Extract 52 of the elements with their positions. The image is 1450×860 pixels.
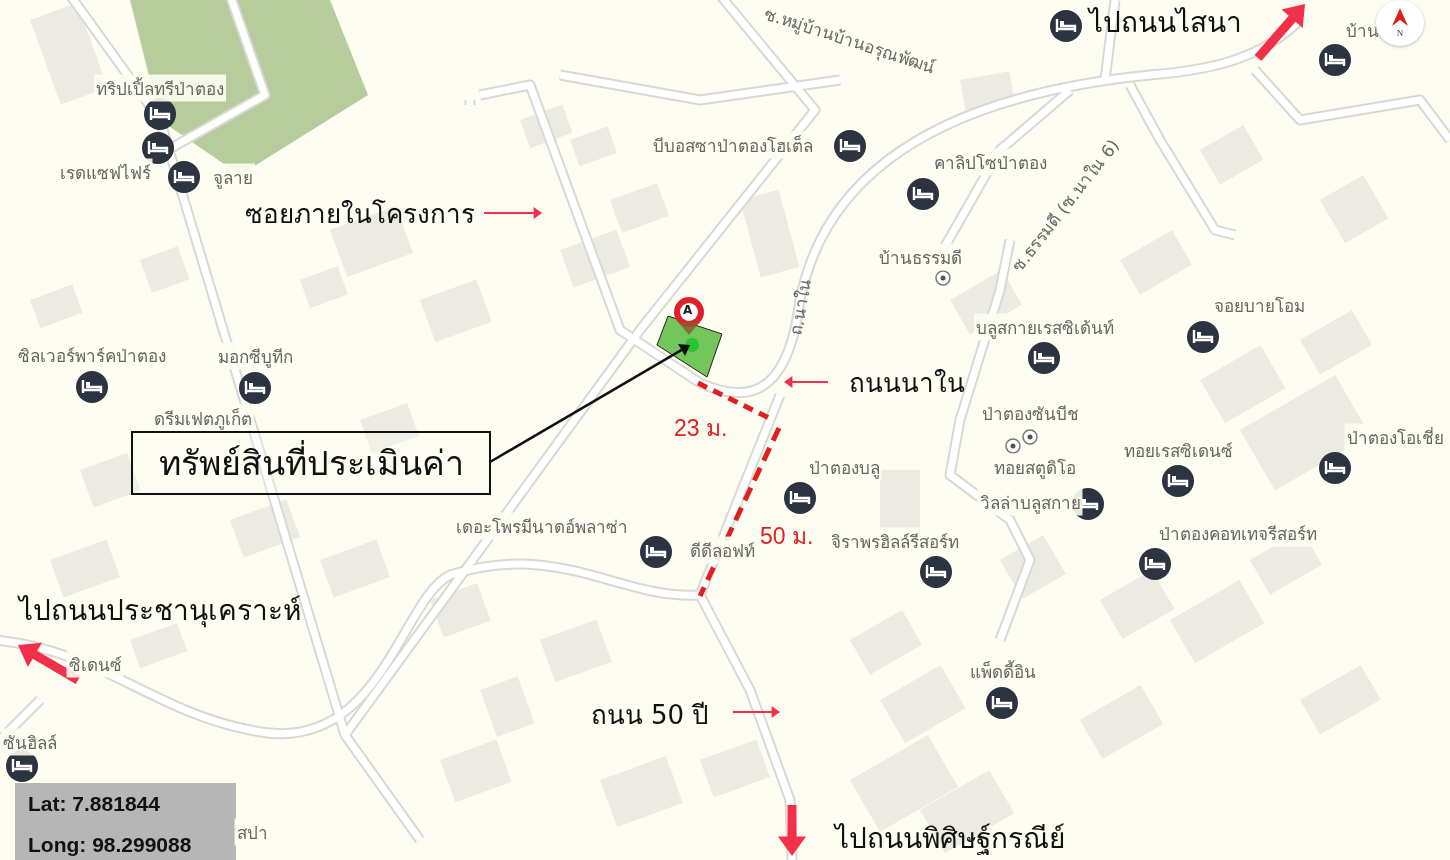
place-label: บ้านธรรมดี — [876, 243, 964, 271]
hotel-icon[interactable] — [920, 556, 952, 588]
hotel-icon[interactable] — [986, 687, 1018, 719]
hotel-icon[interactable] — [834, 130, 866, 162]
hotel-icon[interactable] — [76, 371, 108, 403]
arrow — [1254, 4, 1305, 61]
map-pin-icon[interactable] — [674, 297, 704, 335]
place-label: ป่าตองโอเชี่ย — [1344, 423, 1446, 451]
hotel-icon[interactable] — [640, 536, 672, 568]
longitude-text: Long: 98.299088 — [28, 833, 192, 857]
place-label: จูลาย — [211, 163, 255, 191]
place-label: ทริปเปิ้ลทรีป่าตอง — [94, 74, 226, 102]
hotel-icon[interactable] — [1319, 452, 1351, 484]
place-label: วิลล่าบลูสกาย — [977, 488, 1083, 516]
arrow — [778, 805, 806, 856]
road-annotation: ถนนนาใน — [849, 366, 965, 400]
street-label: ถ.นาใน — [784, 276, 817, 338]
compass-label: N — [1396, 28, 1404, 38]
property-caption: ทรัพย์สินที่ประเมินค่า — [131, 431, 491, 495]
arrow — [732, 706, 780, 718]
hotel-icon[interactable] — [907, 178, 939, 210]
hotel-icon[interactable] — [142, 132, 174, 164]
road-annotation: ไปถนนพิศิษฐ์กรณีย์ — [835, 821, 1065, 857]
hotel-icon[interactable] — [1139, 548, 1171, 580]
arrow — [784, 376, 829, 388]
place-icon[interactable] — [1005, 438, 1021, 454]
place-label: บลูสกายเรสซิเด้นท์ — [974, 313, 1116, 341]
hotel-icon[interactable] — [784, 482, 816, 514]
hotel-icon[interactable] — [1028, 342, 1060, 374]
hotel-icon[interactable] — [168, 161, 200, 193]
distance-label: 23 ม. — [674, 414, 728, 443]
place-label: ซิเดนซ์ — [66, 650, 124, 678]
road-annotation: ซอยภายในโครงการ — [245, 197, 475, 231]
hotel-icon[interactable] — [1162, 465, 1194, 497]
place-label: ซันฮิลล์ — [1, 728, 59, 756]
hotel-icon[interactable] — [1187, 321, 1219, 353]
pin-label: A — [683, 303, 693, 317]
distance-label: 50 ม. — [760, 522, 814, 551]
latitude-text: Lat: 7.881844 — [28, 792, 160, 816]
north-arrow-icon — [1391, 8, 1409, 28]
road-annotation: ไปถนนไสนา — [1088, 5, 1242, 41]
hotel-icon[interactable] — [239, 372, 271, 404]
road-annotation: ไปถนนประชานุเคราะห์ — [19, 593, 301, 630]
arrow — [483, 207, 542, 219]
hotel-icon[interactable] — [1319, 44, 1351, 76]
place-icon[interactable] — [935, 270, 951, 286]
road-annotation: ถนน 50 ปี — [590, 698, 710, 732]
place-label: ดรีมเฟตภูเก็ต — [152, 404, 254, 432]
hotel-icon[interactable] — [1050, 10, 1082, 42]
place-icon[interactable] — [1022, 429, 1038, 445]
place-label: บีบอสซาป่าตองโฮเต็ล — [651, 131, 815, 159]
location-dot — [685, 338, 699, 352]
